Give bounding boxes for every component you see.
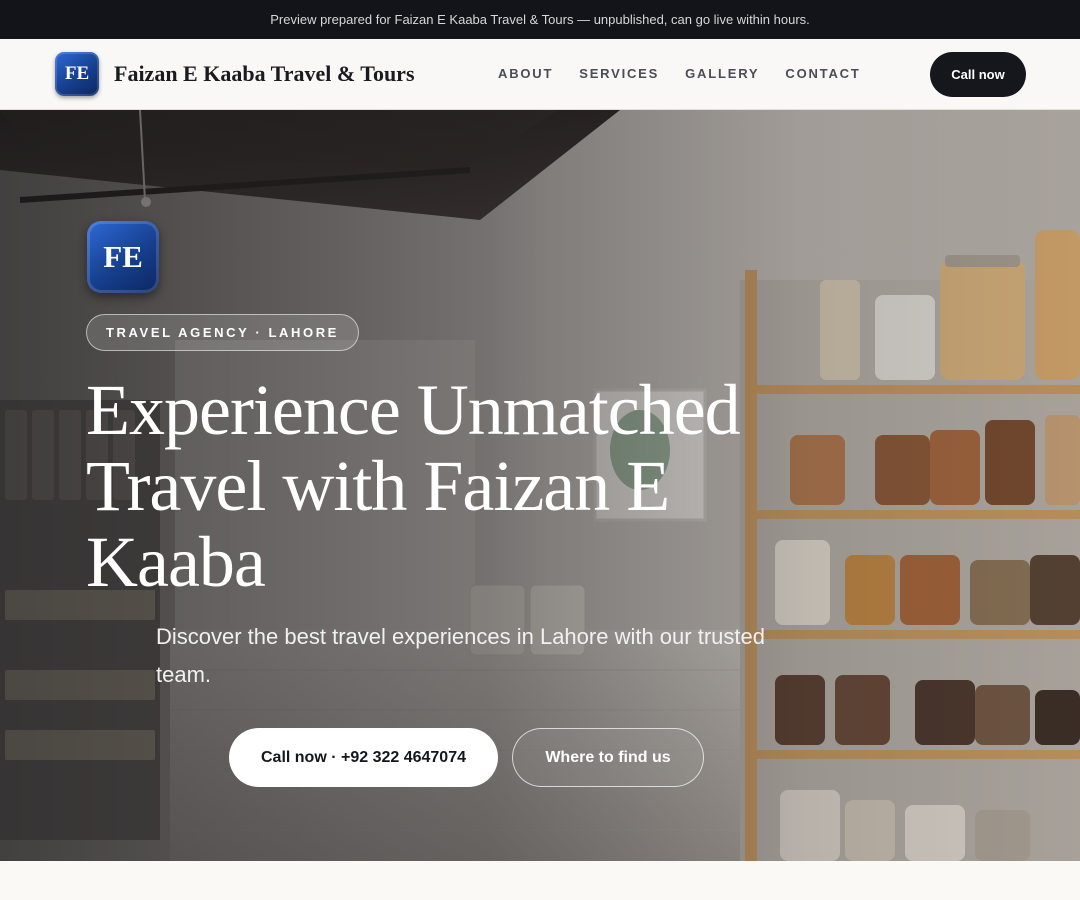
nav-link-about[interactable]: ABOUT bbox=[498, 66, 553, 81]
tagline-badge: TRAVEL AGENCY · LAHORE bbox=[86, 314, 359, 351]
brand-logo[interactable]: FE bbox=[55, 52, 99, 96]
nav-link-contact[interactable]: CONTACT bbox=[785, 66, 860, 81]
hero-headline: Experience Unmatched Travel with Faizan … bbox=[86, 370, 741, 602]
hero-subtext: Discover the best travel experiences in … bbox=[156, 624, 765, 687]
preview-banner: Preview prepared for Faizan E Kaaba Trav… bbox=[0, 0, 1080, 39]
call-now-button[interactable]: Call now bbox=[930, 52, 1026, 97]
hero-logo-initials: FE bbox=[103, 239, 143, 274]
tagline-text: TRAVEL AGENCY · LAHORE bbox=[106, 325, 339, 340]
where-to-find-us-button[interactable]: Where to find us bbox=[512, 728, 704, 787]
brand-logo-initials: FE bbox=[64, 63, 90, 84]
preview-banner-text: Preview prepared for Faizan E Kaaba Trav… bbox=[270, 12, 810, 27]
next-section bbox=[0, 861, 1080, 900]
site-header: FE Faizan E Kaaba Travel & Tours ABOUT S… bbox=[0, 39, 1080, 110]
brand-name[interactable]: Faizan E Kaaba Travel & Tours bbox=[114, 61, 415, 87]
call-phone-button[interactable]: Call now · +92 322 4647074 bbox=[229, 728, 498, 787]
nav-link-services[interactable]: SERVICES bbox=[579, 66, 659, 81]
hero-section: FE TRAVEL AGENCY · LAHORE Experience Unm… bbox=[0, 110, 1080, 861]
hero-logo: FE bbox=[87, 221, 159, 293]
nav-link-gallery[interactable]: GALLERY bbox=[685, 66, 759, 81]
main-nav: ABOUT SERVICES GALLERY CONTACT bbox=[498, 66, 861, 81]
